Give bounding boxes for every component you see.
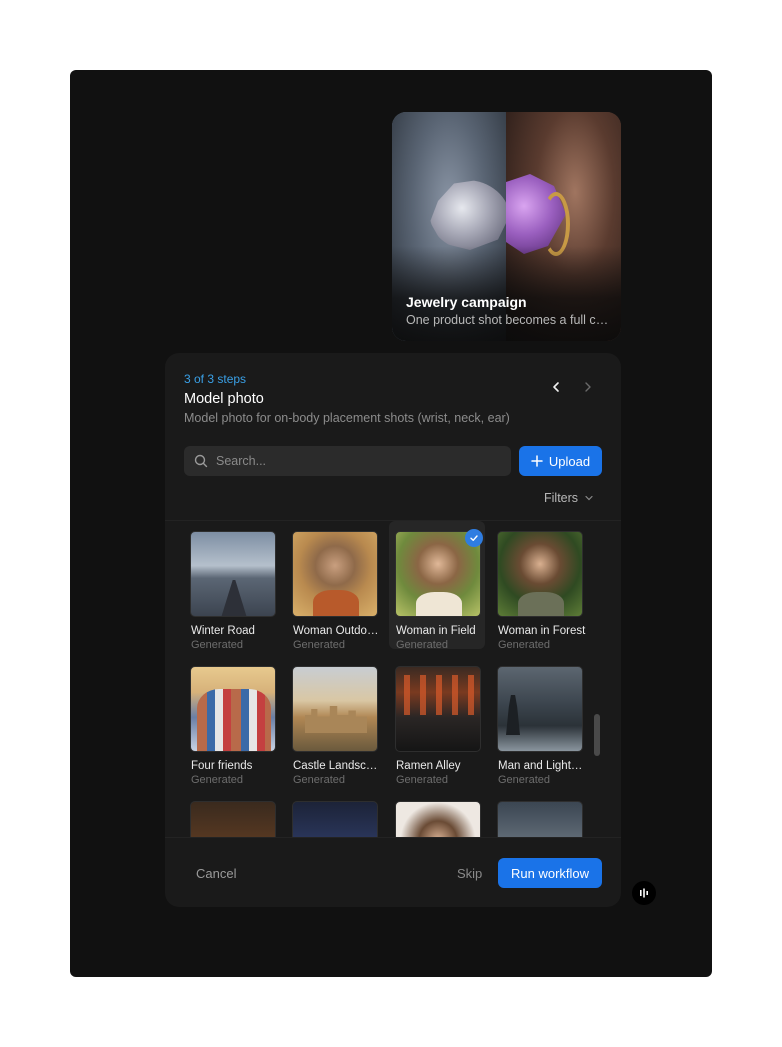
item-source: Generated — [191, 639, 243, 651]
divider — [165, 837, 621, 838]
grid-item-selected[interactable]: Woman in Field Generated — [389, 521, 485, 651]
previous-step-button[interactable] — [546, 377, 566, 397]
hero-title: Jewelry campaign — [406, 294, 527, 310]
thumbnail-image — [190, 666, 276, 752]
item-source: Generated — [498, 774, 550, 786]
upload-button[interactable]: Upload — [519, 446, 602, 476]
grid-item[interactable]: Man and Lighthouse Generated — [491, 656, 587, 786]
check-icon — [470, 535, 478, 541]
item-name: Woman in Field — [396, 625, 476, 637]
skip-button[interactable]: Skip — [447, 858, 492, 888]
chevron-down-icon — [585, 495, 593, 501]
filters-label: Filters — [544, 491, 579, 505]
grid-item[interactable] — [184, 791, 280, 837]
grid-item[interactable]: Castle Landscape Generated — [286, 656, 382, 786]
hero-subtitle: One product shot becomes a full campaign — [406, 313, 611, 327]
panel-description: Model photo for on-body placement shots … — [184, 411, 510, 425]
step-panel: 3 of 3 steps Model photo Model photo for… — [165, 353, 621, 907]
run-workflow-button[interactable]: Run workflow — [498, 858, 602, 888]
item-source: Generated — [396, 639, 448, 651]
item-source: Generated — [293, 774, 345, 786]
thumbnail-image — [190, 801, 276, 837]
grid-item[interactable]: Woman Outdoors Generated — [286, 521, 382, 651]
thumbnail-image — [497, 531, 583, 617]
plus-icon — [531, 455, 543, 467]
grid-item[interactable]: Woman in Forest Generated — [491, 521, 587, 651]
assistant-widget-button[interactable] — [632, 881, 656, 905]
thumbnail-image — [497, 666, 583, 752]
grid-item[interactable] — [286, 791, 382, 837]
audio-bars-icon — [640, 888, 648, 898]
thumbnail-image — [292, 531, 378, 617]
panel-title: Model photo — [184, 391, 264, 407]
chevron-right-icon — [585, 382, 591, 392]
search-icon — [194, 454, 208, 468]
grid-item[interactable]: Ramen Alley Generated — [389, 656, 485, 786]
thumbnail-image — [497, 801, 583, 837]
thumbnail-image — [292, 666, 378, 752]
item-name: Castle Landscape — [293, 760, 381, 772]
grid-item[interactable] — [491, 791, 587, 837]
thumbnail-image — [395, 666, 481, 752]
cancel-button[interactable]: Cancel — [184, 858, 248, 888]
item-source: Generated — [293, 639, 345, 651]
item-name: Woman Outdoors — [293, 625, 381, 637]
search-input[interactable] — [216, 454, 496, 468]
grid-item[interactable]: Four friends Generated — [184, 656, 280, 786]
next-step-button[interactable] — [578, 377, 598, 397]
filters-dropdown[interactable]: Filters — [544, 490, 594, 506]
item-source: Generated — [191, 774, 243, 786]
search-box[interactable] — [184, 446, 511, 476]
item-name: Man and Lighthouse — [498, 760, 586, 772]
selected-badge — [465, 529, 483, 547]
grid-scrollbar[interactable] — [594, 714, 600, 756]
item-name: Winter Road — [191, 625, 255, 637]
image-grid[interactable]: Winter Road Generated Woman Outdoors Gen… — [165, 521, 621, 837]
workflow-hero-card[interactable]: Jewelry campaign One product shot become… — [392, 112, 621, 341]
item-name: Woman in Forest — [498, 625, 586, 637]
upload-label: Upload — [548, 453, 591, 469]
item-source: Generated — [498, 639, 550, 651]
grid-item[interactable]: Winter Road Generated — [184, 521, 280, 651]
thumbnail-image — [190, 531, 276, 617]
item-name: Ramen Alley — [396, 760, 461, 772]
grid-item[interactable] — [389, 791, 485, 837]
item-source: Generated — [396, 774, 448, 786]
thumbnail-image — [292, 801, 378, 837]
thumbnail-image — [395, 801, 481, 837]
item-name: Four friends — [191, 760, 253, 772]
chevron-left-icon — [553, 382, 559, 392]
step-counter: 3 of 3 steps — [184, 372, 247, 386]
